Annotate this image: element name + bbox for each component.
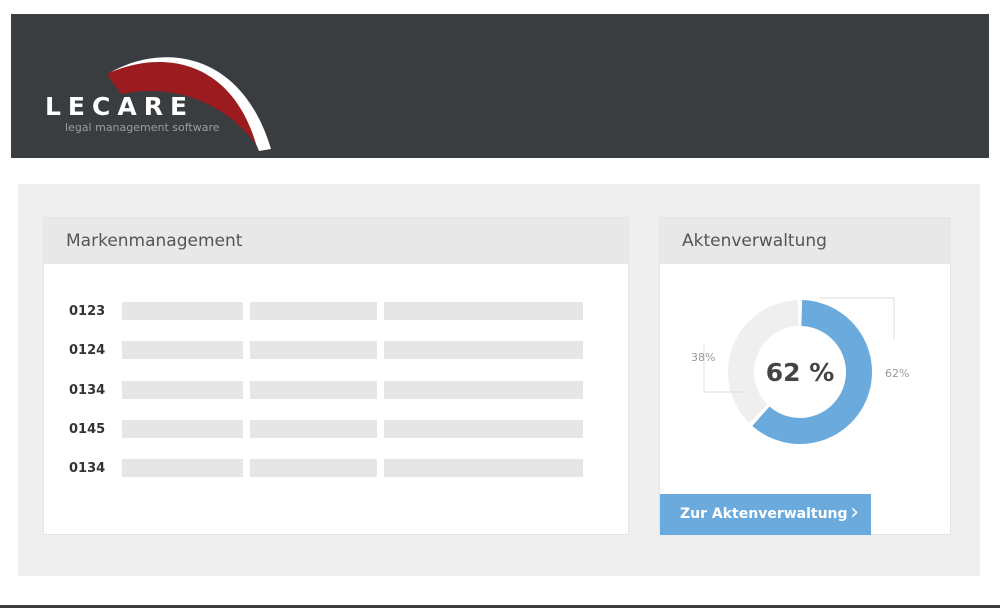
dashboard-panel: Markenmanagement 0123 0124 0134 0145 013… <box>18 184 980 576</box>
placeholder-bar <box>384 341 583 360</box>
label-38: 38% <box>691 351 715 364</box>
placeholder-bar <box>250 459 377 478</box>
zur-aktenverwaltung-button[interactable]: Zur Aktenverwaltung › <box>660 494 871 535</box>
label-62: 62% <box>885 367 909 380</box>
button-label: Zur Aktenverwaltung <box>680 506 848 522</box>
row-id: 0134 <box>69 382 106 398</box>
placeholder-bar <box>250 302 377 320</box>
placeholder-bar <box>122 419 243 438</box>
card-title: Aktenverwaltung <box>660 218 950 264</box>
placeholder-bar <box>122 302 243 320</box>
placeholder-bar <box>122 380 243 399</box>
row-id: 0134 <box>69 461 106 477</box>
placeholder-bar <box>122 341 243 360</box>
placeholder-bar <box>384 302 583 320</box>
center-percentage: 62 % <box>766 358 835 387</box>
placeholder-bar <box>250 419 377 438</box>
placeholder-bar <box>384 380 583 399</box>
table-row[interactable]: 0145 <box>44 419 630 440</box>
card-title: Markenmanagement <box>44 218 628 264</box>
logo-name: LECARE <box>45 92 195 121</box>
logo-tagline: legal management software <box>65 121 220 134</box>
table-row[interactable]: 0134 <box>44 459 630 479</box>
placeholder-bar <box>384 459 583 478</box>
table-row[interactable]: 0134 <box>44 380 630 401</box>
placeholder-bar <box>384 419 583 438</box>
placeholder-bar <box>250 341 377 360</box>
aktenverwaltung-card: Aktenverwaltung 62% 38% 62 % Zur Aktenverw… <box>659 217 951 535</box>
table-row[interactable]: 0124 <box>44 341 630 361</box>
markenmanagement-card: Markenmanagement 0123 0124 0134 0145 013… <box>43 217 629 535</box>
table-row[interactable]: 0123 <box>44 302 630 322</box>
placeholder-bar <box>250 380 377 399</box>
row-id: 0145 <box>69 421 106 437</box>
donut-chart: 62% 38% 62 % <box>691 297 909 444</box>
app-header: LECARE legal management software <box>11 14 989 158</box>
placeholder-bar <box>122 459 243 478</box>
row-id: 0124 <box>69 343 106 359</box>
row-id: 0123 <box>69 304 106 319</box>
chevron-right-icon: › <box>850 500 859 525</box>
